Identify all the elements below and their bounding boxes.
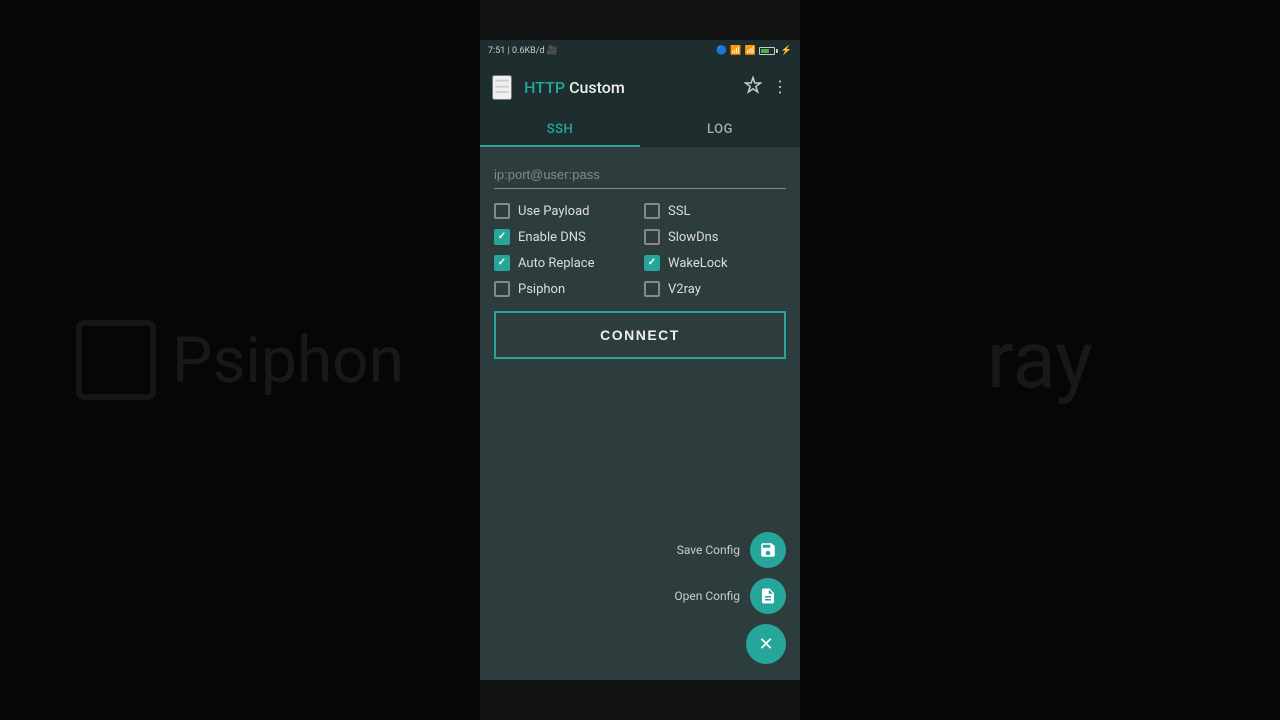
status-time-speed: 7:51 | 0.6KB/d 🎥 [488,46,558,56]
connect-button[interactable]: CONNECT [494,311,786,359]
star-icon[interactable] [744,76,762,99]
more-options-icon[interactable]: ⋮ [772,77,788,97]
checkbox-wakelock-box: ✓ [644,255,660,271]
checkbox-ssl[interactable]: SSL [644,203,786,219]
open-config-row: Open Config [674,578,786,614]
status-icons: 🔵 📶 📶 ⚡ [716,46,792,56]
header-action-icons: ⋮ [744,76,788,99]
checkbox-ssl-box [644,203,660,219]
checkboxes-grid: Use Payload SSL ✓ Enable DNS SlowDns [494,203,786,297]
checkbox-slow-dns[interactable]: SlowDns [644,229,786,245]
checkbox-slow-dns-box [644,229,660,245]
checkbox-v2ray[interactable]: V2ray [644,281,786,297]
left-overlay [0,0,480,720]
open-config-label: Open Config [674,589,740,603]
app-title-custom: Custom [565,78,625,97]
status-speed: 0.6KB/d [512,46,545,56]
checkbox-psiphon[interactable]: Psiphon [494,281,636,297]
save-config-row: Save Config [677,532,786,568]
checkbox-auto-replace-box: ✓ [494,255,510,271]
charging-icon: ⚡ [781,46,792,56]
checkbox-use-payload[interactable]: Use Payload [494,203,636,219]
signal-icon: 📶 [745,46,756,56]
checkbox-v2ray-label: V2ray [668,282,701,297]
checkbox-use-payload-label: Use Payload [518,204,590,219]
bluetooth-icon: 🔵 [716,46,727,56]
checkbox-psiphon-box [494,281,510,297]
save-config-button[interactable] [750,532,786,568]
fab-close-button[interactable]: ✕ [746,624,786,664]
checkbox-slow-dns-label: SlowDns [668,230,718,245]
checkmark-icon: ✓ [648,258,656,268]
phone-frame: 7:51 | 0.6KB/d 🎥 🔵 📶 📶 ⚡ ☰ HTTP Custom [480,40,800,680]
checkbox-enable-dns-label: Enable DNS [518,230,586,245]
checkbox-enable-dns-box: ✓ [494,229,510,245]
checkbox-v2ray-box [644,281,660,297]
status-time: 7:51 [488,46,505,56]
save-config-label: Save Config [677,543,740,557]
battery-indicator [759,47,778,55]
ssh-input-container [494,164,786,189]
checkbox-wakelock-label: WakeLock [668,256,728,271]
fab-area: Save Config Open Config ✕ [674,532,786,664]
status-bar: 7:51 | 0.6KB/d 🎥 🔵 📶 📶 ⚡ [480,40,800,62]
main-content: Use Payload SSL ✓ Enable DNS SlowDns [480,148,800,680]
right-overlay [800,0,1280,720]
close-icon: ✕ [758,634,773,655]
checkmark-icon: ✓ [498,232,506,242]
tab-bar: SSH LOG [480,112,800,148]
checkbox-wakelock[interactable]: ✓ WakeLock [644,255,786,271]
checkbox-psiphon-label: Psiphon [518,282,565,297]
checkbox-auto-replace-label: Auto Replace [518,256,594,271]
app-title-http: HTTP [524,78,565,97]
app-title: HTTP Custom [524,78,732,97]
open-config-button[interactable] [750,578,786,614]
status-video-icon: 🎥 [547,46,558,56]
app-header: ☰ HTTP Custom ⋮ [480,62,800,112]
tab-ssh[interactable]: SSH [480,112,640,147]
checkbox-ssl-label: SSL [668,204,690,219]
checkbox-use-payload-box [494,203,510,219]
checkmark-icon: ✓ [498,258,506,268]
ssh-input[interactable] [494,165,786,184]
wifi-icon: 📶 [730,46,741,56]
checkbox-auto-replace[interactable]: ✓ Auto Replace [494,255,636,271]
menu-icon[interactable]: ☰ [492,75,512,100]
tab-log[interactable]: LOG [640,112,800,147]
checkbox-enable-dns[interactable]: ✓ Enable DNS [494,229,636,245]
